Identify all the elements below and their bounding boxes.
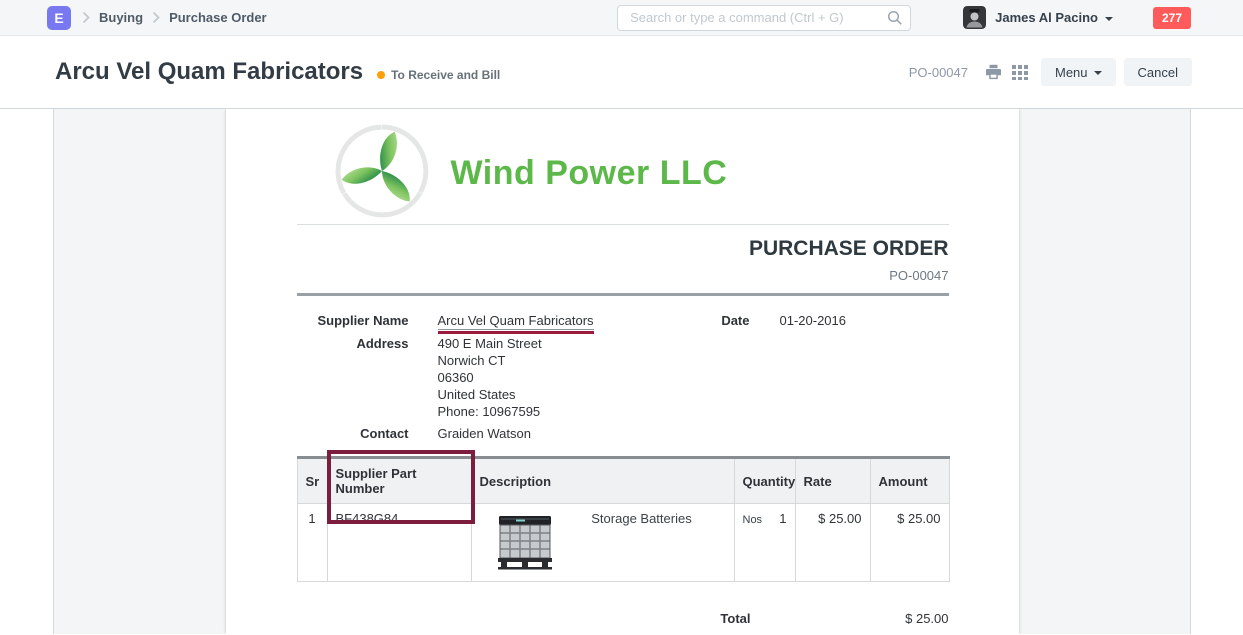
cancel-button[interactable]: Cancel bbox=[1124, 58, 1192, 86]
company-name: Wind Power LLC bbox=[451, 154, 728, 193]
chevron-down-icon bbox=[1094, 71, 1102, 75]
address-value: 490 E Main Street Norwich CT 06360 Unite… bbox=[438, 335, 542, 420]
items-table-header-row: Sr Supplier Part Number Description Quan… bbox=[297, 458, 949, 504]
grid-view-icon[interactable] bbox=[1012, 64, 1028, 80]
supplier-name-value: Arcu Vel Quam Fabricators bbox=[438, 312, 594, 330]
grand-total-value: $ 25.00 bbox=[751, 630, 949, 634]
header-amount: Amount bbox=[870, 458, 949, 504]
doc-number: PO-00047 bbox=[909, 65, 968, 80]
total-label: Total bbox=[297, 608, 751, 630]
date-value: 01-20-2016 bbox=[780, 312, 847, 329]
cell-rate: $ 25.00 bbox=[795, 504, 870, 582]
user-name: James Al Pacino bbox=[995, 10, 1098, 25]
header-supplier-part-number: Supplier Part Number bbox=[327, 458, 471, 504]
print-sheet: Wind Power LLC PURCHASE ORDER PO-00047 S… bbox=[226, 109, 1019, 634]
top-navbar: E Buying Purchase Order James Al Pacino … bbox=[0, 0, 1243, 36]
page-actions: PO-00047 Menu Cancel bbox=[909, 58, 1192, 86]
menu-button[interactable]: Menu bbox=[1041, 58, 1116, 86]
item-qty: 1 bbox=[779, 511, 786, 526]
breadcrumb-buying[interactable]: Buying bbox=[99, 10, 143, 25]
cell-sr: 1 bbox=[297, 504, 327, 582]
address-label: Address bbox=[297, 335, 409, 420]
document-number: PO-00047 bbox=[297, 268, 949, 283]
page-title: Arcu Vel Quam Fabricators bbox=[55, 58, 363, 86]
items-table-wrap: Sr Supplier Part Number Description Quan… bbox=[297, 456, 949, 582]
cell-amount: $ 25.00 bbox=[870, 504, 949, 582]
chevron-down-icon bbox=[1105, 17, 1113, 21]
header-sr: Sr bbox=[297, 458, 327, 504]
divider bbox=[297, 293, 949, 296]
print-icon[interactable] bbox=[985, 64, 1002, 80]
page-head: Arcu Vel Quam Fabricators To Receive and… bbox=[0, 36, 1243, 109]
contact-value: Graiden Watson bbox=[438, 425, 531, 442]
item-uom: Nos bbox=[743, 514, 763, 526]
document-details: Supplier Name Arcu Vel Quam Fabricators … bbox=[297, 312, 949, 447]
status-label: To Receive and Bill bbox=[391, 68, 500, 82]
search-input[interactable] bbox=[617, 5, 911, 31]
annotation-underline bbox=[438, 331, 594, 334]
document-type-title: PURCHASE ORDER bbox=[297, 237, 949, 261]
header-rate: Rate bbox=[795, 458, 870, 504]
items-table: Sr Supplier Part Number Description Quan… bbox=[297, 456, 950, 582]
cell-supplier-part-number: BF438G84 bbox=[327, 504, 471, 582]
status-dot-icon bbox=[377, 71, 385, 79]
print-preview-area: Wind Power LLC PURCHASE ORDER PO-00047 S… bbox=[53, 109, 1191, 634]
menu-button-label: Menu bbox=[1055, 65, 1088, 80]
table-row: 1 BF438G84 bbox=[297, 504, 949, 582]
letterhead: Wind Power LLC bbox=[297, 126, 949, 225]
cell-quantity: Nos 1 bbox=[734, 504, 795, 582]
header-quantity: Quantity bbox=[734, 458, 795, 504]
grand-total-label: Grand Total bbox=[297, 630, 751, 634]
cancel-button-label: Cancel bbox=[1138, 65, 1178, 80]
global-search bbox=[617, 5, 911, 31]
breadcrumb-purchase-order[interactable]: Purchase Order bbox=[169, 10, 267, 25]
chevron-right-icon bbox=[152, 11, 160, 24]
total-value: $ 25.00 bbox=[751, 608, 949, 630]
company-logo bbox=[333, 122, 431, 225]
search-icon bbox=[887, 10, 903, 31]
app-logo[interactable]: E bbox=[47, 6, 71, 30]
contact-label: Contact bbox=[297, 425, 409, 442]
supplier-name-label: Supplier Name bbox=[297, 312, 409, 330]
status-indicator: To Receive and Bill bbox=[377, 68, 500, 82]
item-description: Storage Batteries bbox=[558, 511, 726, 526]
user-avatar bbox=[963, 6, 986, 29]
date-label: Date bbox=[623, 312, 750, 329]
cell-description: Storage Batteries bbox=[471, 504, 734, 582]
product-image-storage-batteries bbox=[492, 511, 558, 574]
header-description: Description bbox=[471, 458, 734, 504]
notification-count-badge[interactable]: 277 bbox=[1153, 7, 1191, 29]
totals-section: Total $ 25.00 Grand Total $ 25.00 In Wor… bbox=[297, 608, 949, 634]
chevron-right-icon bbox=[82, 11, 90, 24]
user-menu[interactable]: James Al Pacino bbox=[963, 6, 1113, 29]
